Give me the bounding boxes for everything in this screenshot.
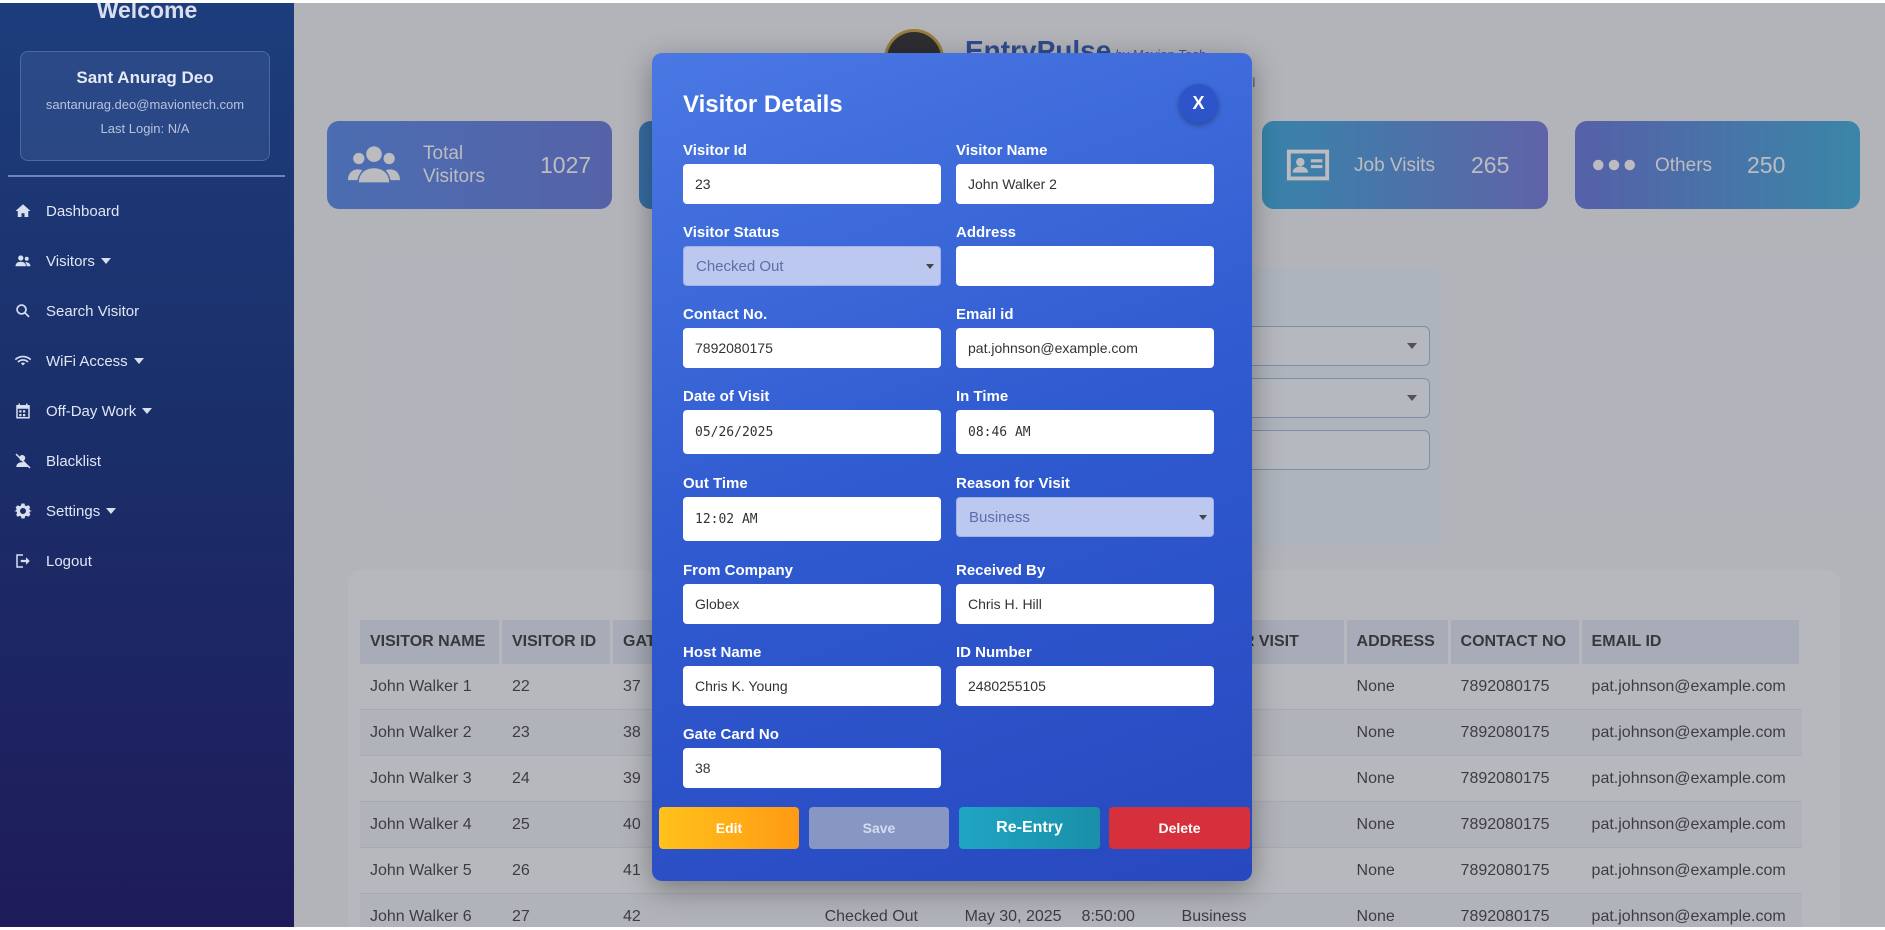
sidebar-divider: [8, 175, 285, 177]
select-value: Business: [969, 508, 1030, 526]
field-label: Reason for Visit: [956, 475, 1070, 492]
user-slash-icon: [15, 453, 31, 469]
chevron-down-icon: [142, 408, 153, 414]
field-label: Email id: [956, 306, 1014, 323]
address-input[interactable]: [956, 246, 1214, 286]
home-icon: [15, 204, 31, 217]
sidebar-item-label: Logout: [46, 552, 92, 570]
field-label: Visitor Id: [683, 142, 747, 159]
visitor-name-field: Visitor Name John Walker 2: [956, 142, 1214, 204]
date-of-visit-field: Date of Visit 05/26/2025: [683, 388, 941, 454]
modal-title: Visitor Details: [683, 91, 843, 118]
sidebar-item-wifi-access[interactable]: WiFi Access: [0, 336, 294, 386]
search-icon: [16, 304, 30, 318]
date-of-visit-input[interactable]: 05/26/2025: [683, 410, 941, 454]
email-input[interactable]: pat.johnson@example.com: [956, 328, 1214, 368]
sidebar-item-label: Settings: [46, 502, 101, 520]
sidebar-item-label: Visitors: [46, 252, 95, 270]
field-label: ID Number: [956, 644, 1032, 661]
chevron-down-icon: [926, 264, 934, 269]
visitor-id-input[interactable]: 23: [683, 164, 941, 204]
delete-button[interactable]: Delete: [1109, 807, 1250, 849]
received-by-field: Received By Chris H. Hill: [956, 562, 1214, 624]
field-label: Received By: [956, 562, 1046, 579]
received-by-input[interactable]: Chris H. Hill: [956, 584, 1214, 624]
field-label: Address: [956, 224, 1017, 241]
field-label: Date of Visit: [683, 388, 770, 405]
visitor-status-select[interactable]: Checked Out: [683, 246, 941, 286]
from-company-input[interactable]: Globex: [683, 584, 941, 624]
sidebar-item-label: WiFi Access: [46, 352, 128, 370]
sidebar-item-dashboard[interactable]: Dashboard: [0, 186, 294, 236]
address-field: Address: [956, 224, 1214, 286]
app-frame: Welcome Sant Anurag Deo santanurag.deo@m…: [0, 3, 1885, 927]
chevron-down-icon: [106, 508, 117, 514]
out-time-field: Out Time 12:02 AM: [683, 475, 941, 541]
sidebar-item-label: Off-Day Work: [46, 402, 137, 420]
field-label: From Company: [683, 562, 794, 579]
sidebar-item-label: Blacklist: [46, 452, 102, 470]
sidebar-item-search-visitor[interactable]: Search Visitor: [0, 286, 294, 336]
reason-field: Reason for Visit Business: [956, 475, 1214, 537]
in-time-field: In Time 08:46 AM: [956, 388, 1214, 454]
sidebar-item-settings[interactable]: Settings: [0, 486, 294, 536]
close-button[interactable]: X: [1179, 84, 1218, 123]
select-value: Checked Out: [696, 257, 784, 275]
users-icon: [15, 255, 31, 267]
edit-button[interactable]: Edit: [659, 807, 799, 849]
sidebar-item-label: Search Visitor: [46, 302, 140, 320]
gate-card-input[interactable]: 38: [683, 748, 941, 788]
reentry-button[interactable]: Re-Entry: [959, 807, 1100, 849]
field-label: Contact No.: [683, 306, 768, 323]
logout-icon: [16, 554, 30, 568]
host-name-field: Host Name Chris K. Young: [683, 644, 941, 706]
visitor-id-field: Visitor Id 23: [683, 142, 941, 204]
field-label: In Time: [956, 388, 1009, 405]
contact-no-input[interactable]: 7892080175: [683, 328, 941, 368]
host-name-input[interactable]: Chris K. Young: [683, 666, 941, 706]
id-number-field: ID Number 2480255105: [956, 644, 1214, 706]
user-email: santanurag.deo@maviontech.com: [45, 97, 245, 112]
id-number-input[interactable]: 2480255105: [956, 666, 1214, 706]
visitor-status-field: Visitor Status Checked Out: [683, 224, 941, 286]
sidebar-nav: Dashboard Visitors Search Visitor WiFi A…: [0, 186, 294, 586]
in-time-input[interactable]: 08:46 AM: [956, 410, 1214, 454]
welcome-heading: Welcome: [96, 3, 198, 23]
out-time-input[interactable]: 12:02 AM: [683, 497, 941, 541]
sidebar-item-logout[interactable]: Logout: [0, 536, 294, 586]
calendar-icon: [16, 403, 30, 419]
user-card: Sant Anurag Deo santanurag.deo@maviontec…: [20, 51, 270, 161]
field-label: Visitor Name: [956, 142, 1048, 159]
field-label: Gate Card No: [683, 726, 779, 743]
gear-icon: [14, 503, 32, 519]
contact-no-field: Contact No. 7892080175: [683, 306, 941, 368]
from-company-field: From Company Globex: [683, 562, 941, 624]
save-button[interactable]: Save: [809, 807, 949, 849]
chevron-down-icon: [1199, 515, 1207, 520]
sidebar-item-visitors[interactable]: Visitors: [0, 236, 294, 286]
gate-card-field: Gate Card No 38: [683, 726, 941, 788]
sidebar-item-blacklist[interactable]: Blacklist: [0, 436, 294, 486]
user-name: Sant Anurag Deo: [76, 68, 214, 87]
email-field: Email id pat.johnson@example.com: [956, 306, 1214, 368]
visitor-details-modal: Visitor Details X Visitor Id 23 Visitor …: [652, 53, 1252, 881]
chevron-down-icon: [133, 358, 144, 364]
sidebar: Welcome Sant Anurag Deo santanurag.deo@m…: [0, 3, 294, 927]
wifi-icon: [14, 355, 32, 366]
sidebar-item-off-day-work[interactable]: Off-Day Work: [0, 386, 294, 436]
chevron-down-icon: [100, 258, 111, 264]
sidebar-item-label: Dashboard: [46, 202, 120, 220]
last-login: Last Login: N/A: [100, 121, 190, 136]
visitor-name-input[interactable]: John Walker 2: [956, 164, 1214, 204]
field-label: Out Time: [683, 475, 748, 492]
field-label: Visitor Status: [683, 224, 780, 241]
reason-select[interactable]: Business: [956, 497, 1214, 537]
field-label: Host Name: [683, 644, 762, 661]
